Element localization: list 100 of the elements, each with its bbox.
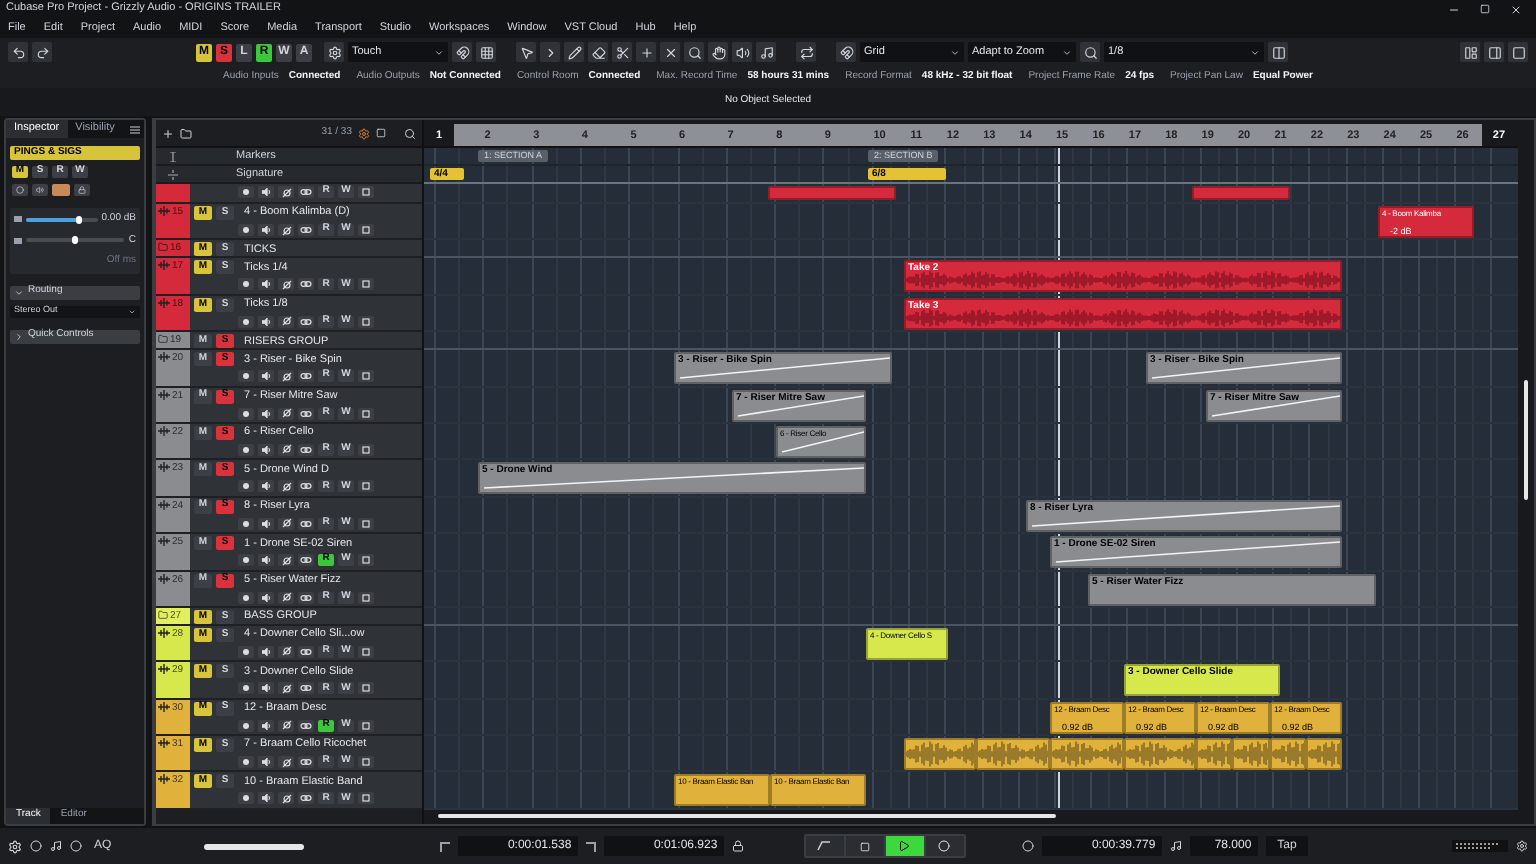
note-icon[interactable]	[756, 42, 776, 62]
edit-icon[interactable]	[358, 186, 374, 198]
record-icon[interactable]	[238, 370, 254, 383]
speaker-icon[interactable]	[258, 278, 274, 291]
record-icon[interactable]	[238, 517, 254, 530]
layout-icon[interactable]	[1268, 42, 1288, 62]
record-icon[interactable]	[238, 315, 254, 328]
record-icon[interactable]	[238, 591, 254, 604]
phase-icon[interactable]	[278, 278, 294, 291]
folder-icon[interactable]	[180, 127, 192, 139]
link-icon[interactable]	[298, 407, 314, 420]
record-icon[interactable]	[238, 407, 254, 420]
record-icon[interactable]	[238, 224, 254, 236]
record-icon[interactable]	[238, 756, 254, 769]
speaker-icon[interactable]	[258, 792, 274, 805]
panel-right-icon[interactable]	[1484, 42, 1504, 62]
phase-icon[interactable]	[278, 792, 294, 805]
record-icon[interactable]	[238, 645, 254, 658]
cycle-button[interactable]	[805, 836, 844, 856]
pan-slider[interactable]	[26, 238, 125, 243]
audio-clip[interactable]	[1050, 738, 1124, 771]
link-icon[interactable]	[298, 792, 314, 805]
link-icon[interactable]	[298, 224, 314, 236]
eraser-icon[interactable]	[588, 42, 608, 62]
link-icon[interactable]	[298, 370, 314, 383]
audio-clip[interactable]	[1124, 738, 1196, 771]
record-icon[interactable]	[238, 792, 254, 805]
panel-left-icon[interactable]	[1460, 42, 1480, 62]
speaker-icon[interactable]	[258, 554, 274, 567]
record-icon[interactable]	[238, 554, 254, 567]
gear-icon[interactable]	[8, 839, 22, 853]
scrollbar-thumb[interactable]	[438, 814, 1056, 819]
speaker-icon[interactable]	[258, 682, 274, 695]
link-icon[interactable]	[298, 480, 314, 493]
link-icon[interactable]	[298, 315, 314, 328]
pointer-icon[interactable]	[516, 42, 536, 62]
phase-icon[interactable]	[278, 443, 294, 456]
edit-icon[interactable]	[358, 443, 374, 456]
menu-icon[interactable]	[130, 125, 144, 133]
edit-icon[interactable]	[358, 480, 374, 493]
volume-slider[interactable]	[26, 217, 98, 222]
phase-icon[interactable]	[278, 186, 294, 198]
link-icon[interactable]	[298, 186, 314, 198]
phase-icon[interactable]	[278, 517, 294, 530]
hand-icon[interactable]	[708, 42, 728, 62]
scissors-icon[interactable]	[612, 42, 632, 62]
speaker-icon[interactable]	[258, 443, 274, 456]
speaker-icon[interactable]	[258, 186, 274, 198]
search-icon[interactable]	[404, 127, 416, 139]
cross-icon[interactable]	[660, 42, 680, 62]
maximize-icon[interactable]	[1480, 3, 1490, 13]
phase-icon[interactable]	[278, 682, 294, 695]
audio-clip[interactable]	[1306, 738, 1342, 771]
undo-icon[interactable]	[8, 42, 28, 62]
search-icon[interactable]	[684, 42, 704, 62]
edit-icon[interactable]	[358, 719, 374, 732]
lock-icon[interactable]	[731, 840, 744, 852]
link-icon[interactable]	[298, 682, 314, 695]
gear-icon[interactable]	[1516, 840, 1528, 852]
phase-icon[interactable]	[278, 645, 294, 658]
edit-icon[interactable]	[358, 554, 374, 567]
link-icon[interactable]	[298, 645, 314, 658]
speaker-icon[interactable]	[258, 370, 274, 383]
stop-button[interactable]	[845, 836, 884, 856]
link-icon[interactable]	[298, 554, 314, 567]
speaker-icon[interactable]	[258, 517, 274, 530]
link-icon[interactable]	[298, 756, 314, 769]
magnet-icon[interactable]	[452, 42, 472, 62]
add-track-icon[interactable]	[162, 127, 174, 139]
speaker-icon[interactable]	[258, 645, 274, 658]
right-locator-icon[interactable]	[585, 841, 596, 851]
window-icon[interactable]	[1508, 42, 1528, 62]
edit-icon[interactable]	[358, 591, 374, 604]
speaker-icon[interactable]	[258, 315, 274, 328]
record-button[interactable]	[925, 836, 964, 856]
phase-icon[interactable]	[278, 480, 294, 493]
speaker-icon[interactable]	[258, 719, 274, 732]
record-icon[interactable]	[238, 480, 254, 493]
record-icon[interactable]	[238, 682, 254, 695]
link-icon[interactable]	[298, 278, 314, 291]
speaker-icon[interactable]	[258, 591, 274, 604]
play-button[interactable]	[885, 836, 924, 856]
speaker-icon[interactable]	[258, 224, 274, 236]
phase-icon[interactable]	[278, 554, 294, 567]
loop-icon[interactable]	[796, 42, 816, 62]
edit-icon[interactable]	[358, 517, 374, 530]
speaker-icon[interactable]	[258, 480, 274, 493]
pencil-icon[interactable]	[564, 42, 584, 62]
phase-icon[interactable]	[278, 370, 294, 383]
minimize-icon[interactable]	[1448, 3, 1460, 15]
edit-icon[interactable]	[358, 756, 374, 769]
edit-icon[interactable]	[358, 792, 374, 805]
tempo-icon[interactable]	[1169, 840, 1182, 852]
speaker-icon[interactable]	[732, 42, 752, 62]
edit-icon[interactable]	[358, 407, 374, 420]
record-icon[interactable]	[238, 719, 254, 732]
link-icon[interactable]	[298, 443, 314, 456]
audio-clip[interactable]	[1196, 738, 1232, 771]
audio-clip[interactable]	[1270, 738, 1306, 771]
phase-icon[interactable]	[278, 719, 294, 732]
